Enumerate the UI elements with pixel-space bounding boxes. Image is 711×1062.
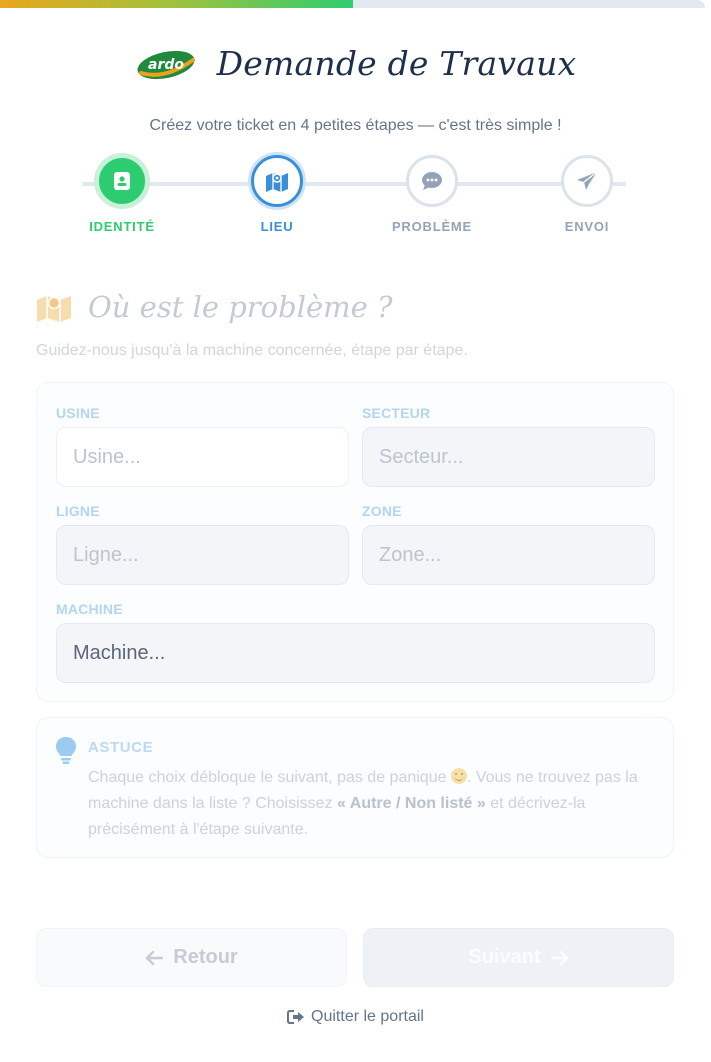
ligne-select[interactable]: Ligne...	[56, 525, 349, 585]
usine-label: USINE	[56, 405, 100, 421]
arrow-left-icon	[146, 950, 164, 965]
brand-name: ardo	[148, 57, 184, 73]
step-circle	[406, 155, 458, 207]
zone-select[interactable]: Zone...	[362, 525, 655, 585]
secteur-field: SECTEUR Secteur...	[362, 405, 655, 487]
secteur-label: SECTEUR	[362, 405, 431, 421]
id-badge-icon	[114, 172, 130, 190]
progress-bar-fill	[0, 0, 353, 8]
paper-plane-icon	[577, 171, 598, 190]
sign-out-icon	[287, 1010, 305, 1024]
next-label: Suivant	[468, 946, 541, 968]
section-title: Où est le problème ?	[88, 290, 393, 324]
lightbulb-icon	[56, 737, 76, 764]
quit-portal-link[interactable]: Quitter le portail	[0, 1008, 711, 1026]
machine-label: MACHINE	[56, 601, 123, 617]
zone-label: ZONE	[362, 503, 402, 519]
step-probleme[interactable]: PROBLÈME	[377, 155, 487, 234]
step-label: PROBLÈME	[391, 219, 473, 234]
machine-select[interactable]: Machine...	[56, 623, 655, 683]
step-circle	[96, 155, 148, 207]
tip-text: Chaque choix débloque le suivant, pas de…	[88, 765, 660, 843]
ligne-field: LIGNE Ligne...	[56, 503, 349, 585]
step-label: IDENTITÉ	[89, 219, 155, 234]
page-title: Demande de Travaux	[216, 44, 577, 83]
step-lieu[interactable]: LIEU	[222, 155, 332, 234]
step-envoi[interactable]: ENVOI	[532, 155, 642, 234]
usine-select[interactable]: Usine...	[56, 427, 349, 487]
header: ardo Demande de Travaux	[0, 44, 711, 83]
stepper: IDENTITÉ LIEU PROBLÈME ENVOI	[44, 155, 664, 245]
arrow-right-icon	[550, 950, 568, 965]
zone-field: ZONE Zone...	[362, 503, 655, 585]
section-description: Guidez-nous jusqu'à la machine concernée…	[36, 342, 468, 359]
ardo-logo: ardo	[137, 50, 195, 79]
location-form: USINE Usine... SECTEUR Secteur... LIGNE …	[36, 382, 674, 702]
smile-icon	[450, 768, 467, 784]
quit-label: Quitter le portail	[311, 1008, 424, 1025]
step-label: LIEU	[260, 219, 294, 234]
secteur-select[interactable]: Secteur...	[362, 427, 655, 487]
map-icon	[37, 296, 71, 322]
step-identite[interactable]: IDENTITÉ	[67, 155, 177, 234]
usine-field: USINE Usine...	[56, 405, 349, 487]
tip-highlight: « Autre / Non listé »	[337, 795, 486, 812]
section-header: Où est le problème ?	[36, 290, 393, 324]
tip-text-part: Chaque choix débloque le suivant, pas de…	[88, 769, 447, 786]
comment-icon	[422, 172, 442, 190]
step-circle	[561, 155, 613, 207]
tip-title: ASTUCE	[88, 739, 154, 756]
tip-box: ASTUCE Chaque choix débloque le suivant,…	[36, 717, 674, 858]
back-button[interactable]: Retour	[36, 928, 347, 987]
map-icon	[266, 173, 288, 192]
step-label: ENVOI	[564, 219, 610, 234]
back-label: Retour	[173, 946, 238, 968]
ligne-label: LIGNE	[56, 503, 100, 519]
step-circle	[251, 155, 303, 207]
next-button[interactable]: Suivant	[363, 928, 674, 987]
progress-bar	[0, 0, 705, 8]
page-subtitle: Créez votre ticket en 4 petites étapes —…	[149, 117, 562, 134]
machine-field: MACHINE Machine...	[56, 601, 655, 683]
